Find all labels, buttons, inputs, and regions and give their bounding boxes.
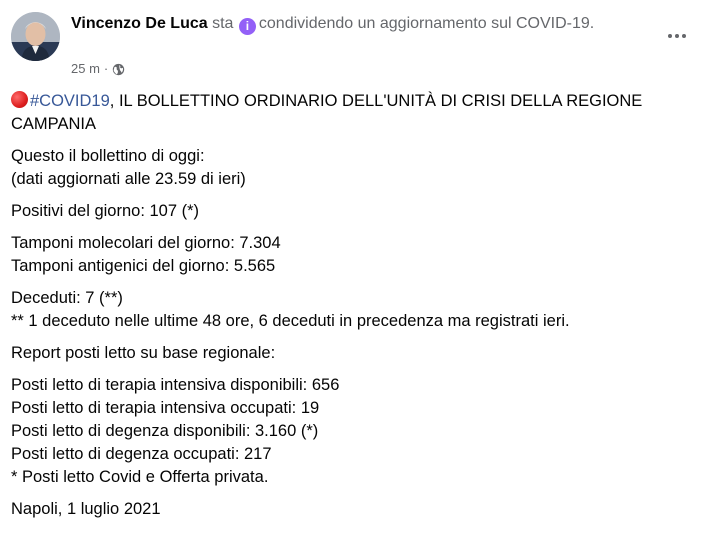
more-horizontal-icon xyxy=(668,34,672,38)
sharing-prefix: sta xyxy=(212,15,234,32)
info-icon: i xyxy=(238,18,256,35)
posti-note: * Posti letto Covid e Offerta privata. xyxy=(11,468,269,486)
globe-icon[interactable] xyxy=(112,63,125,76)
positivi-paragraph: Positivi del giorno: 107 (*) xyxy=(11,200,701,223)
more-options-button[interactable] xyxy=(659,18,695,54)
signoff: Napoli, 1 luglio 2021 xyxy=(11,500,161,518)
author-name[interactable]: Vincenzo De Luca xyxy=(71,15,208,32)
signoff-paragraph: Napoli, 1 luglio 2021 xyxy=(11,498,701,521)
ti-occupati-line: Posti letto di terapia intensiva occupat… xyxy=(11,399,320,417)
post-title-line: Vincenzo De Luca sta i condividendo un ag… xyxy=(71,12,651,36)
deceduti-paragraph: Deceduti: 7 (**) ** 1 deceduto nelle ult… xyxy=(11,287,701,333)
degenza-occupati-line: Posti letto di degenza occupati: 217 xyxy=(11,445,272,463)
degenza-disponibili-line: Posti letto di degenza disponibili: 3.16… xyxy=(11,422,319,440)
positivi-line: Positivi del giorno: 107 (*) xyxy=(11,202,200,220)
tamponi-paragraph: Tamponi molecolari del giorno: 7.304 Tam… xyxy=(11,232,701,278)
post-header: Vincenzo De Luca sta i condividendo un ag… xyxy=(11,8,701,84)
intro-line-2: (dati aggiornati alle 23.59 di ieri) xyxy=(11,170,246,188)
hashtag-link[interactable]: #COVID19 xyxy=(30,92,110,110)
deceduti-line: Deceduti: 7 (**) xyxy=(11,289,123,307)
meta-separator: · xyxy=(103,61,109,76)
intro-paragraph: Questo il bollettino di oggi: (dati aggi… xyxy=(11,145,701,191)
posti-letto-paragraph: Posti letto di terapia intensiva disponi… xyxy=(11,374,701,489)
sharing-text[interactable]: condividendo un aggiornamento sul COVID-… xyxy=(259,15,594,32)
post-body: #COVID19, IL BOLLETTINO ORDINARIO DELL'U… xyxy=(11,90,701,530)
post-headline: #COVID19, IL BOLLETTINO ORDINARIO DELL'U… xyxy=(11,90,701,136)
report-title: Report posti letto su base regionale: xyxy=(11,344,276,362)
post-meta: 25 m · xyxy=(71,60,125,78)
post-timestamp[interactable]: 25 m xyxy=(71,60,100,78)
red-circle-emoji xyxy=(11,91,28,108)
tamponi-molecolari-line: Tamponi molecolari del giorno: 7.304 xyxy=(11,234,281,252)
deceduti-note: ** 1 deceduto nelle ultime 48 ore, 6 dec… xyxy=(11,312,570,330)
intro-line-1: Questo il bollettino di oggi: xyxy=(11,147,205,165)
avatar[interactable] xyxy=(11,12,60,61)
ti-disponibili-line: Posti letto di terapia intensiva disponi… xyxy=(11,376,340,394)
tamponi-antigenici-line: Tamponi antigenici del giorno: 5.565 xyxy=(11,257,276,275)
avatar-photo xyxy=(11,12,60,61)
report-title-paragraph: Report posti letto su base regionale: xyxy=(11,342,701,365)
